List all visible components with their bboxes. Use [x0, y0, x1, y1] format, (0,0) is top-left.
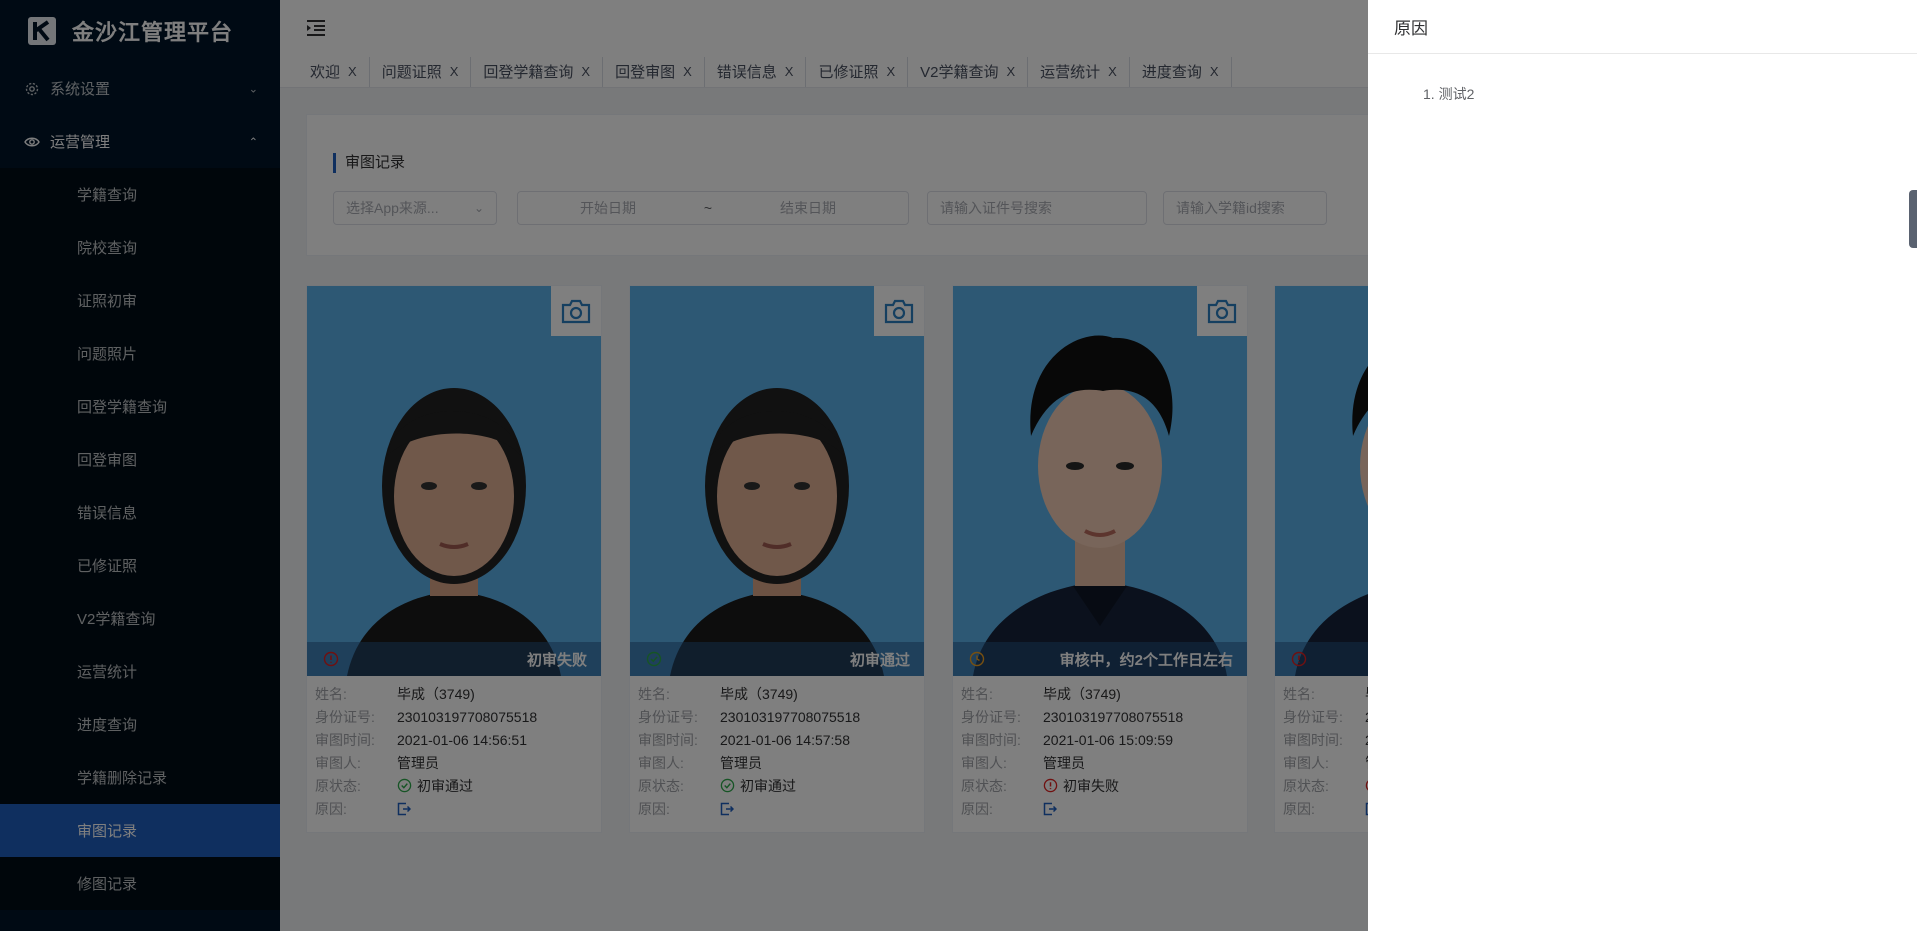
side-drag-handle[interactable] — [1909, 190, 1917, 248]
reason-item: 1. 测试2 — [1423, 86, 1475, 102]
reason-drawer: 原因 1. 测试2 — [1368, 0, 1917, 931]
drawer-title: 原因 — [1368, 0, 1917, 54]
reason-list: 1. 测试2 — [1368, 54, 1917, 104]
